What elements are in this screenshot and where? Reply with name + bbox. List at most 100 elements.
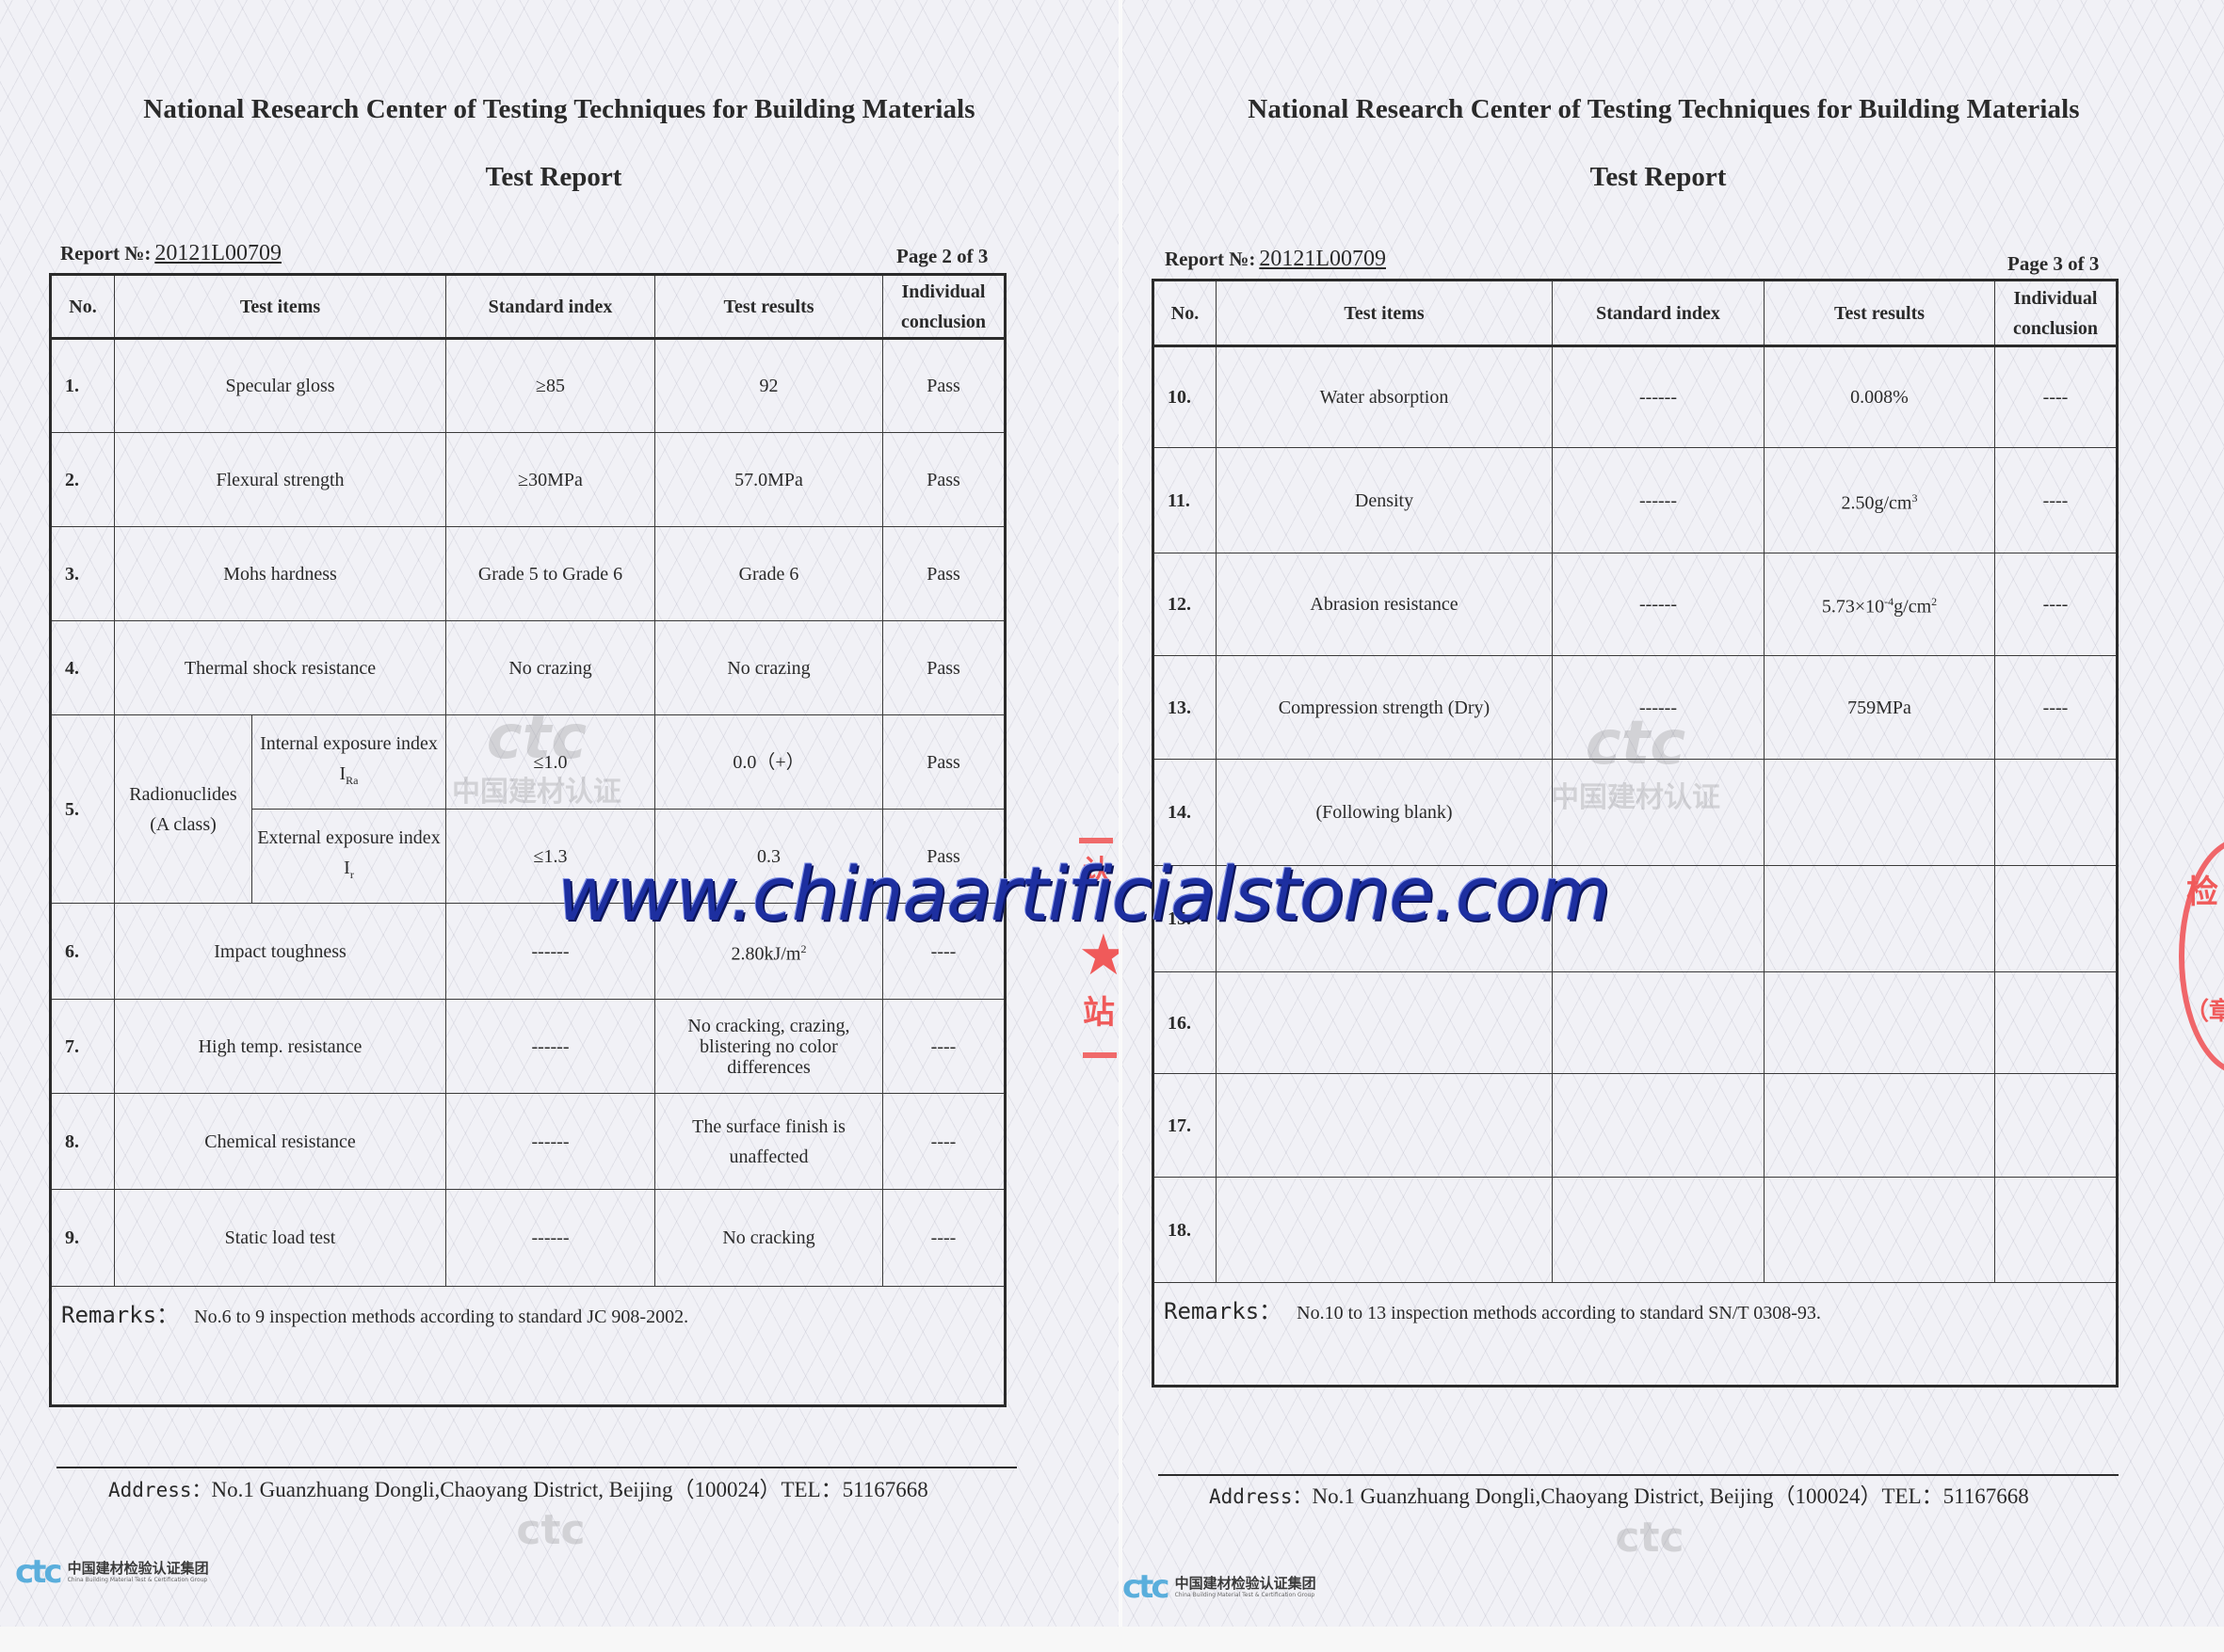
result-exponent: -4: [1884, 595, 1894, 609]
conclusion: [1994, 865, 2118, 972]
document-title: Test Report: [485, 162, 622, 192]
test-item: (Following blank): [1216, 759, 1553, 866]
test-item: Chemical resistance: [114, 1093, 446, 1190]
row-number: 9.: [50, 1189, 115, 1287]
address-label: Address：: [1209, 1485, 1313, 1508]
page-indicator: Page 3 of 3: [2007, 252, 2100, 275]
ctc-logo-mark: ctc: [1122, 1568, 1170, 1606]
conclusion: Pass: [882, 714, 1006, 810]
sub-item-subscript: Ra: [346, 774, 359, 787]
report-page-3: National Research Center of Testing Tech…: [1122, 0, 2224, 1640]
test-result: No cracking, crazing, blistering no colo…: [654, 999, 883, 1094]
standard-index: ------: [445, 1189, 655, 1287]
ctc-logo: ctc 中国建材检验认证集团 China Building Material Te…: [1122, 1568, 1316, 1606]
test-result: 92: [654, 338, 883, 433]
faint-seal-mark: ctc: [1585, 709, 1686, 778]
header-test-results: Test results: [1764, 280, 1995, 346]
test-result: 0.0（+）: [654, 714, 883, 810]
test-item: Impact toughness: [114, 903, 446, 1000]
row-number: 17.: [1152, 1073, 1217, 1178]
test-item: [1216, 1073, 1553, 1178]
test-results-table: No. Test items Standard index Test resul…: [1152, 279, 2119, 1387]
test-item: Density: [1216, 447, 1553, 553]
row-number: 14.: [1152, 759, 1217, 866]
row-number: 13.: [1152, 655, 1217, 760]
conclusion: Pass: [882, 620, 1006, 715]
document-title: Test Report: [1589, 162, 1727, 192]
test-result: The surface finish is unaffected: [654, 1093, 883, 1190]
faint-seal-mark: ctc: [486, 703, 588, 773]
address-label: Address：: [108, 1479, 212, 1501]
test-item: Compression strength (Dry): [1216, 655, 1553, 760]
test-result: No cracking: [654, 1189, 883, 1287]
test-item: Mohs hardness: [114, 526, 446, 621]
report-page-2: National Research Center of Testing Tech…: [0, 0, 1119, 1627]
ctc-logo-cn: 中国建材检验认证集团: [1174, 1574, 1316, 1592]
report-number-label: Report №:: [1165, 248, 1256, 270]
result-value: 2.80kJ/m: [731, 943, 801, 965]
conclusion: [1994, 1073, 2118, 1178]
stamp-line-top: [1079, 838, 1113, 843]
address-text: No.1 Guanzhuang Dongli,Chaoyang District…: [211, 1478, 928, 1501]
faint-ctc-text: ctc: [1615, 1514, 1684, 1562]
test-result: [1764, 759, 1995, 866]
standard-index: ------: [1552, 447, 1765, 553]
header-test-results: Test results: [654, 274, 883, 339]
faint-certification-seal: ctc 中国建材认证: [428, 708, 645, 810]
header-test-items: Test items: [114, 274, 446, 339]
sub-item-subscript: r: [349, 868, 354, 881]
row-number: 18.: [1152, 1177, 1217, 1283]
conclusion: ----: [1994, 345, 2118, 448]
table-row: 3. Mohs hardness Grade 5 to Grade 6 Grad…: [50, 526, 1006, 621]
page-indicator: Page 2 of 3: [896, 245, 989, 267]
organization-title: National Research Center of Testing Tech…: [1248, 94, 2080, 124]
standard-index: [1552, 1177, 1765, 1283]
result-unit: g/cm: [1894, 596, 1932, 617]
conclusion: [1994, 1177, 2118, 1283]
standard-index: ------: [1552, 553, 1765, 656]
test-item: Flexural strength: [114, 432, 446, 527]
table-row: 11. Density ------ 2.50g/cm3 ----: [1152, 447, 2118, 553]
remarks-row: Remarks： No.10 to 13 inspection methods a…: [1152, 1282, 2118, 1387]
test-item: Abrasion resistance: [1216, 553, 1553, 656]
test-result: [1764, 865, 1995, 972]
result-value: 5.73×10: [1821, 596, 1885, 617]
faint-ctc-text: ctc: [516, 1506, 586, 1554]
table-row: 12. Abrasion resistance ------ 5.73×10-4…: [1152, 553, 2118, 656]
ctc-logo: ctc 中国建材检验认证集团 China Building Material Te…: [15, 1553, 209, 1591]
remarks-cell: Remarks： No.6 to 9 inspection methods acc…: [50, 1286, 1006, 1406]
header-individual-conclusion: Individual conclusion: [1994, 280, 2118, 346]
header-standard-index: Standard index: [1552, 280, 1765, 346]
table-header-row: No. Test items Standard index Test resul…: [50, 274, 1006, 339]
address-line: Address：No.1 Guanzhuang Dongli,Chaoyang …: [108, 1471, 928, 1503]
standard-index: No crazing: [445, 620, 655, 715]
ctc-logo-en: China Building Material Test & Certifica…: [67, 1576, 208, 1583]
report-number-value: 20121L00709: [1259, 247, 1386, 271]
table-row: 16.: [1152, 971, 2118, 1074]
test-result: Grade 6: [654, 526, 883, 621]
standard-index: ------: [445, 1093, 655, 1190]
row-number: 10.: [1152, 345, 1217, 448]
test-item: [1216, 971, 1553, 1074]
remarks-label: Remarks：: [1164, 1298, 1282, 1324]
faint-ctc-mark: ctc: [1598, 1514, 1701, 1562]
test-result: 57.0MPa: [654, 432, 883, 527]
row-number: 6.: [50, 903, 115, 1000]
ctc-logo-mark: ctc: [15, 1553, 63, 1591]
remarks-text: No.10 to 13 inspection methods according…: [1297, 1303, 1821, 1323]
table-row: 8. Chemical resistance ------ The surfac…: [50, 1093, 1006, 1190]
test-result: 759MPa: [1764, 655, 1995, 760]
test-results-table: No. Test items Standard index Test resul…: [49, 273, 1007, 1407]
report-number-label: Report №:: [60, 242, 152, 265]
header-no: No.: [1152, 280, 1217, 346]
scan-bottom-edge: [0, 1627, 2224, 1652]
footer-divider: [1158, 1474, 2119, 1476]
stamp-char-top: 检: [2186, 874, 2218, 911]
stamp-char-bottom: 站: [1083, 994, 1115, 1032]
stamp-char-bottom: （章）: [2184, 998, 2224, 1026]
standard-index: [1552, 1073, 1765, 1178]
faint-seal-text: 中国建材认证: [452, 776, 621, 809]
test-item: [1216, 1177, 1553, 1283]
standard-index: ------: [445, 999, 655, 1094]
row-number: 1.: [50, 338, 115, 433]
